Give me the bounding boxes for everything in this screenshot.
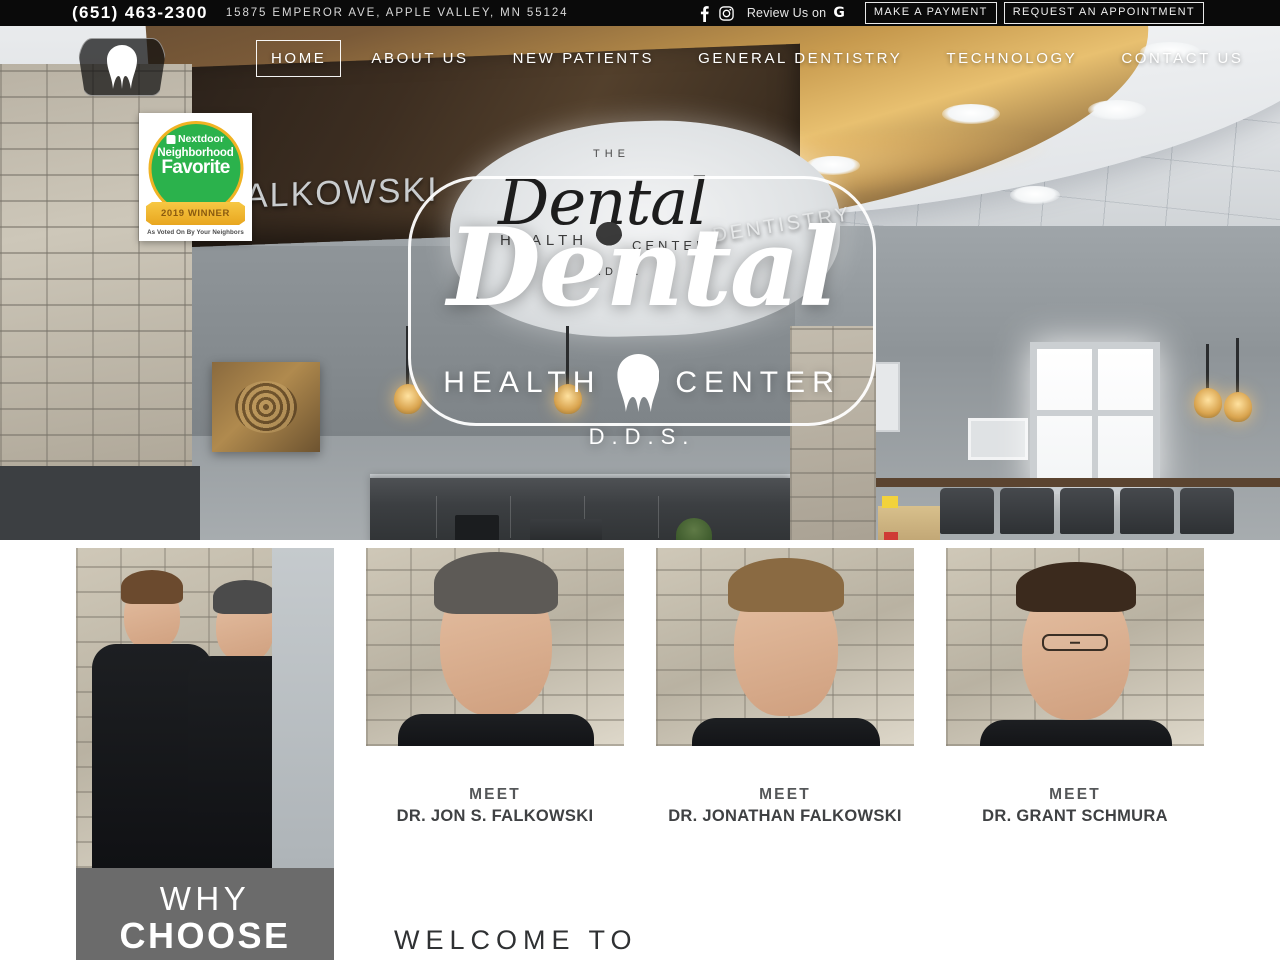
hero-logo-center: CENTER [675, 366, 841, 399]
nav-item-technology[interactable]: TECHNOLOGY [924, 50, 1099, 67]
hero-logo-script: Dental [447, 205, 839, 331]
doctor-name: DR. JON S. FALKOWSKI [396, 807, 594, 825]
nextdoor-award-badge[interactable]: Nextdoor Neighborhood Favorite 2019 WINN… [139, 113, 252, 241]
nav-item-general-dentistry[interactable]: GENERAL DENTISTRY [676, 50, 924, 67]
ceiling-light [1088, 100, 1146, 120]
dark-wall-band [0, 466, 200, 540]
window [1030, 342, 1160, 494]
counter-seam [510, 496, 511, 538]
nav-item-new-patients[interactable]: NEW PATIENTS [491, 50, 676, 67]
google-icon[interactable]: G [833, 5, 845, 21]
kids-play-table [878, 496, 940, 540]
doctor-card[interactable]: MEET DR. JONATHAN FALKOWSKI [656, 548, 914, 866]
meet-label: MEET [1049, 786, 1101, 803]
doctor-card-caption: MEET DR. GRANT SCHMURA [946, 746, 1204, 866]
nextdoor-brand-label: Nextdoor [177, 133, 225, 145]
hair [1016, 562, 1136, 612]
nextdoor-logo-icon [166, 134, 176, 144]
nav-links: HOME ABOUT US NEW PATIENTS GENERAL DENTI… [256, 26, 1265, 90]
waiting-room-chairs [940, 488, 1240, 534]
counter-seam [436, 496, 437, 538]
doctor-card[interactable]: MEET DR. GRANT SCHMURA [946, 548, 1204, 866]
doctor-card-group[interactable] [76, 548, 334, 868]
desk-monitor [455, 515, 499, 540]
make-a-payment-button[interactable]: MAKE A PAYMENT [864, 2, 997, 24]
scrubs [980, 720, 1172, 746]
page-left-margin [0, 540, 76, 960]
hero-logo-overlay: Dental HEALTH CENTER D.D.S. [408, 176, 876, 449]
welcome-heading: WELCOME TO [394, 925, 638, 955]
nextdoor-badge-circle: Nextdoor Neighborhood Favorite [148, 121, 243, 216]
hair [434, 552, 558, 614]
chair [940, 488, 994, 534]
tooth-icon [617, 354, 659, 412]
doctor-photo [76, 548, 334, 868]
meet-label: MEET [469, 786, 521, 803]
doctor-name: DR. JONATHAN FALKOWSKI [668, 807, 902, 825]
doctor-photo [366, 548, 624, 746]
wall-art-panel [212, 362, 320, 452]
instagram-icon[interactable] [716, 3, 738, 23]
desk-printer [530, 519, 602, 540]
nav-item-contact-us[interactable]: CONTACT US [1099, 50, 1265, 67]
doctor-card-caption: MEET DR. JON S. FALKOWSKI [366, 746, 624, 866]
nextdoor-ribbon: 2019 WINNER [146, 202, 245, 225]
pendant-light [1193, 344, 1222, 418]
topbar-right-group: Review Us on G MAKE A PAYMENT REQUEST AN… [694, 2, 1204, 24]
ceiling-light [942, 104, 1000, 124]
chair [1000, 488, 1054, 534]
chair [1180, 488, 1234, 534]
hero-logo-subline: HEALTH CENTER [408, 354, 876, 412]
wall-sign-the: THE [593, 148, 630, 160]
doctor-card[interactable]: MEET DR. JON S. FALKOWSKI [366, 548, 624, 866]
doctor-card-caption: MEET DR. JONATHAN FALKOWSKI [656, 746, 914, 866]
meet-label: MEET [759, 786, 811, 803]
hair [121, 570, 183, 604]
chair [1120, 488, 1174, 534]
pendant-light [1223, 338, 1252, 422]
tooth-logo-icon [107, 45, 137, 89]
hair [728, 558, 844, 612]
main-navigation: HOME ABOUT US NEW PATIENTS GENERAL DENTI… [0, 26, 1280, 96]
doctor-photo [656, 548, 914, 746]
address-text: 15875 EMPEROR AVE, APPLE VALLEY, MN 5512… [225, 7, 569, 19]
why-choose-line1: WHY [159, 880, 251, 917]
eyeglasses [1042, 634, 1108, 651]
nextdoor-brand: Nextdoor [166, 133, 225, 145]
wall-photo-frame [968, 418, 1028, 460]
nextdoor-footer: As Voted On By Your Neighbors [147, 229, 244, 236]
hero-logo-health: HEALTH [443, 366, 602, 399]
hero-banner: THE Dental HEALTH CENTER D.D.S. ALKOWSKI… [0, 26, 1280, 540]
why-choose-line2: CHOOSE [119, 914, 291, 956]
counter-seam [658, 496, 659, 538]
hair [213, 580, 277, 614]
chair [1060, 488, 1114, 534]
why-choose-panel[interactable]: WHY CHOOSE [76, 868, 334, 960]
doctor-name: DR. GRANT SCHMURA [982, 807, 1168, 825]
request-appointment-button[interactable]: REQUEST AN APPOINTMENT [1003, 2, 1204, 24]
doctor-photo [946, 548, 1204, 746]
hero-logo-dds: D.D.S. [588, 424, 696, 449]
facebook-icon[interactable] [694, 3, 716, 23]
top-utility-bar: (651) 463-2300 15875 EMPEROR AVE, APPLE … [0, 0, 1280, 26]
site-logo[interactable] [78, 38, 166, 96]
ceiling-light [1010, 186, 1060, 204]
nav-item-home[interactable]: HOME [256, 39, 342, 77]
nextdoor-line2: Favorite [161, 157, 230, 178]
review-label: Review Us on [746, 6, 827, 20]
scrubs [692, 718, 880, 746]
wood-chair-rail [860, 478, 1280, 487]
photo-right-wall [272, 548, 334, 868]
scrubs [398, 714, 594, 746]
nav-item-about-us[interactable]: ABOUT US [349, 50, 490, 67]
phone-link[interactable]: (651) 463-2300 [72, 3, 208, 23]
